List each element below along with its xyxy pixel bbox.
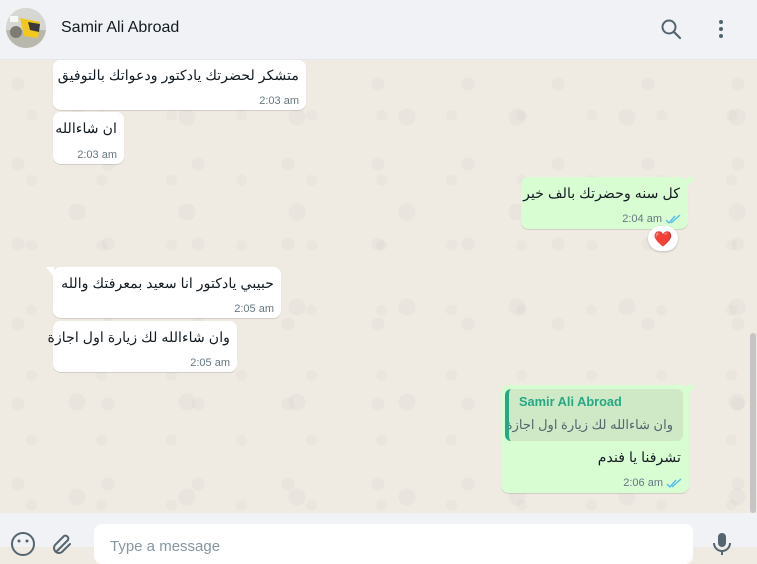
message-time: 2:03 am [259, 95, 299, 107]
incoming-message[interactable]: ان شاءالله 2:03 am [53, 112, 124, 164]
emoji-icon[interactable] [10, 531, 36, 557]
outgoing-message[interactable]: كل سنه وحضرتك بالف خير 2:04 am [521, 177, 695, 229]
contact-name[interactable]: Samir Ali Abroad [61, 19, 179, 37]
message-time: 2:03 am [77, 149, 117, 161]
microphone-icon[interactable] [709, 531, 735, 557]
incoming-message[interactable]: حبيبي يادكتور انا سعيد بمعرفتك والله 2:0… [46, 267, 281, 318]
heart-reaction[interactable]: ❤️ [648, 226, 678, 251]
message-time: 2:04 am [622, 213, 662, 225]
avatar-image [6, 8, 46, 48]
menu-icon[interactable] [709, 17, 733, 41]
quoted-author: Samir Ali Abroad [519, 394, 622, 409]
message-text: كل سنه وحضرتك بالف خير [523, 186, 680, 202]
read-receipt-icon [666, 478, 682, 489]
incoming-message[interactable]: وان شاءالله لك زيارة اول اجازة 2:05 am [48, 321, 237, 372]
chat-header: Samir Ali Abroad [0, 0, 757, 60]
message-text: متشكر لحضرتك يادكتور ودعواتك بالتوفيق [57, 68, 299, 84]
attach-icon[interactable] [50, 531, 76, 557]
message-text: وان شاءالله لك زيارة اول اجازة [47, 330, 230, 346]
bubble-tail [687, 177, 695, 187]
incoming-message[interactable]: متشكر لحضرتك يادكتور ودعواتك بالتوفيق 2:… [53, 60, 306, 110]
quoted-message[interactable]: Samir Ali Abroad وان شاءالله لك زيارة او… [505, 389, 683, 441]
bubble-tail [46, 267, 54, 277]
contact-avatar[interactable] [6, 8, 46, 48]
message-text: ان شاءالله [55, 121, 117, 137]
message-time: 2:05 am [190, 357, 230, 369]
bubble-tail [688, 385, 696, 395]
message-input-box[interactable] [94, 524, 693, 564]
message-text: تشرفنا يا فندم [597, 450, 681, 466]
scrollbar[interactable] [750, 333, 756, 513]
message-list[interactable]: متشكر لحضرتك يادكتور ودعواتك بالتوفيق 2:… [0, 60, 757, 513]
read-receipt-icon [665, 214, 681, 225]
message-text: حبيبي يادكتور انا سعيد بمعرفتك والله [61, 276, 274, 292]
message-time: 2:05 am [234, 303, 274, 315]
message-time: 2:06 am [623, 477, 663, 489]
search-icon[interactable] [659, 17, 683, 41]
outgoing-message[interactable]: Samir Ali Abroad وان شاءالله لك زيارة او… [501, 385, 696, 493]
quoted-text: وان شاءالله لك زيارة اول اجازة [505, 417, 673, 432]
